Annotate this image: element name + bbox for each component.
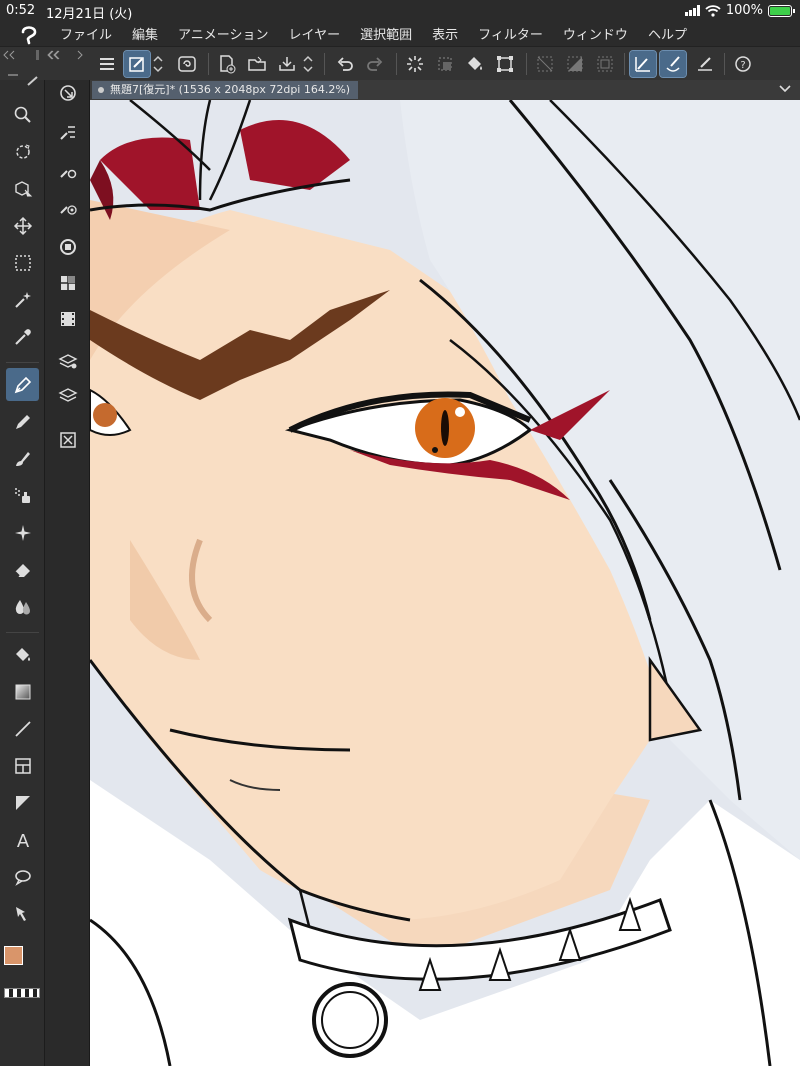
menu-item-5[interactable]: 表示: [432, 24, 458, 43]
brush-size-icon[interactable]: [51, 190, 84, 223]
document-title: 無題7[復元]* (1536 x 2048px 72dpi 164.2%): [110, 83, 351, 96]
fill-icon[interactable]: [6, 638, 39, 671]
save-file-icon[interactable]: [274, 51, 300, 77]
grip-handle[interactable]: [36, 50, 39, 60]
clip-studio-app: 0:52 12月21日 (火) 100% ファイル 編集 アニメーション レイヤー 選択…: [0, 0, 800, 1066]
menu-item-1[interactable]: 編集: [132, 24, 158, 43]
frame-icon[interactable]: [6, 749, 39, 782]
status-right: 100%: [684, 3, 795, 18]
hide-selection-icon[interactable]: [532, 51, 558, 77]
color-set-icon[interactable]: [51, 266, 84, 299]
move-icon[interactable]: [6, 209, 39, 242]
unsaved-dot: [98, 87, 104, 93]
command-bar: ?: [0, 46, 800, 80]
svg-text:?: ?: [740, 60, 745, 71]
scroll-icon[interactable]: [174, 51, 200, 77]
brush-icon[interactable]: [6, 442, 39, 475]
updown-icon[interactable]: [150, 51, 166, 77]
brush-stabilize-icon[interactable]: [659, 50, 687, 78]
updown-icon[interactable]: [300, 51, 316, 77]
drawing-canvas[interactable]: [90, 100, 800, 1066]
main-color-swatch[interactable]: [4, 946, 23, 965]
menu-bar: ファイル 編集 アニメーション レイヤー 選択範囲 表示 フィルター ウィンドウ ヘルプ: [60, 24, 707, 43]
correct-line-icon[interactable]: [6, 897, 39, 930]
selection-border-icon[interactable]: [592, 51, 618, 77]
hamburger-menu-icon[interactable]: [94, 51, 120, 77]
sub-tool-detail-icon[interactable]: [51, 154, 84, 187]
zoom-icon[interactable]: [6, 98, 39, 131]
edit-mode-icon[interactable]: [123, 50, 151, 78]
rotate-icon[interactable]: [6, 135, 39, 168]
ruler-icon[interactable]: [6, 786, 39, 819]
balloon-icon[interactable]: [6, 860, 39, 893]
material-icon[interactable]: [51, 423, 84, 456]
document-tab[interactable]: 無題7[復元]* (1536 x 2048px 72dpi 164.2%): [92, 81, 359, 99]
menu-item-2[interactable]: アニメーション: [178, 24, 268, 43]
fill-icon[interactable]: [462, 51, 488, 77]
crop-icon[interactable]: [432, 51, 458, 77]
gradient-icon[interactable]: [6, 675, 39, 708]
app-logo-icon[interactable]: [18, 23, 40, 45]
layer-property-icon[interactable]: [51, 344, 84, 377]
transform-icon[interactable]: [492, 51, 518, 77]
blend-icon[interactable]: [6, 590, 39, 623]
pen-mini-icon: [27, 76, 38, 86]
open-file-icon[interactable]: [244, 51, 270, 77]
expand-right-icon[interactable]: [76, 50, 90, 60]
redo-icon[interactable]: [362, 51, 388, 77]
tool-palette: A: [0, 74, 45, 1066]
correction-on-icon[interactable]: [629, 50, 657, 78]
battery-charging-icon: [768, 4, 795, 17]
text-icon[interactable]: A: [6, 823, 39, 856]
status-time: 0:52: [6, 3, 36, 18]
animation-icon[interactable]: [51, 302, 84, 335]
menu-item-8[interactable]: ヘルプ: [648, 24, 687, 43]
pen-icon[interactable]: [6, 368, 39, 401]
help-icon[interactable]: ?: [730, 51, 756, 77]
airbrush-icon[interactable]: [6, 479, 39, 512]
status-date: 12月21日 (火): [46, 7, 133, 22]
chevron-down-icon[interactable]: [778, 82, 792, 96]
pencil-icon[interactable]: [6, 405, 39, 438]
color-circle-icon[interactable]: [51, 230, 84, 263]
transparent-color-swatch[interactable]: [4, 988, 40, 998]
clear-selection-icon[interactable]: [402, 51, 428, 77]
cellular-signal-icon: [684, 5, 700, 16]
figure-icon[interactable]: [6, 712, 39, 745]
menu-item-7[interactable]: ウィンドウ: [563, 24, 628, 43]
canvas-tab-bar: 無題7[復元]* (1536 x 2048px 72dpi 164.2%): [90, 80, 800, 100]
artwork-illustration: [90, 100, 800, 1066]
collapse-left-icon[interactable]: [2, 50, 16, 60]
menu-item-0[interactable]: ファイル: [60, 24, 112, 43]
ruler-snap-icon[interactable]: [692, 51, 718, 77]
object-icon[interactable]: [6, 172, 39, 205]
auto-select-icon[interactable]: [6, 283, 39, 316]
selection-icon[interactable]: [6, 246, 39, 279]
eraser-icon[interactable]: [6, 553, 39, 586]
collapse-left-icon[interactable]: [47, 50, 61, 60]
new-document-icon[interactable]: [214, 51, 240, 77]
menu-item-4[interactable]: 選択範囲: [360, 24, 412, 43]
decoration-icon[interactable]: [6, 516, 39, 549]
menu-item-6[interactable]: フィルター: [478, 24, 543, 43]
navigator-icon[interactable]: [51, 76, 84, 109]
battery-percent: 100%: [725, 3, 763, 18]
palette-grip[interactable]: [8, 74, 18, 76]
menu-item-3[interactable]: レイヤー: [289, 24, 341, 43]
svg-text:A: A: [16, 831, 29, 850]
tool-property-icon[interactable]: [51, 116, 84, 149]
wifi-icon: [705, 4, 721, 17]
undo-icon[interactable]: [332, 51, 358, 77]
invert-selection-icon[interactable]: [562, 51, 588, 77]
top-bar: 0:52 12月21日 (火) 100% ファイル 編集 アニメーション レイヤー 選択…: [0, 0, 800, 46]
layer-icon[interactable]: [51, 379, 84, 412]
eyedropper-icon[interactable]: [6, 320, 39, 353]
sub-palette-bar: [45, 50, 90, 1066]
